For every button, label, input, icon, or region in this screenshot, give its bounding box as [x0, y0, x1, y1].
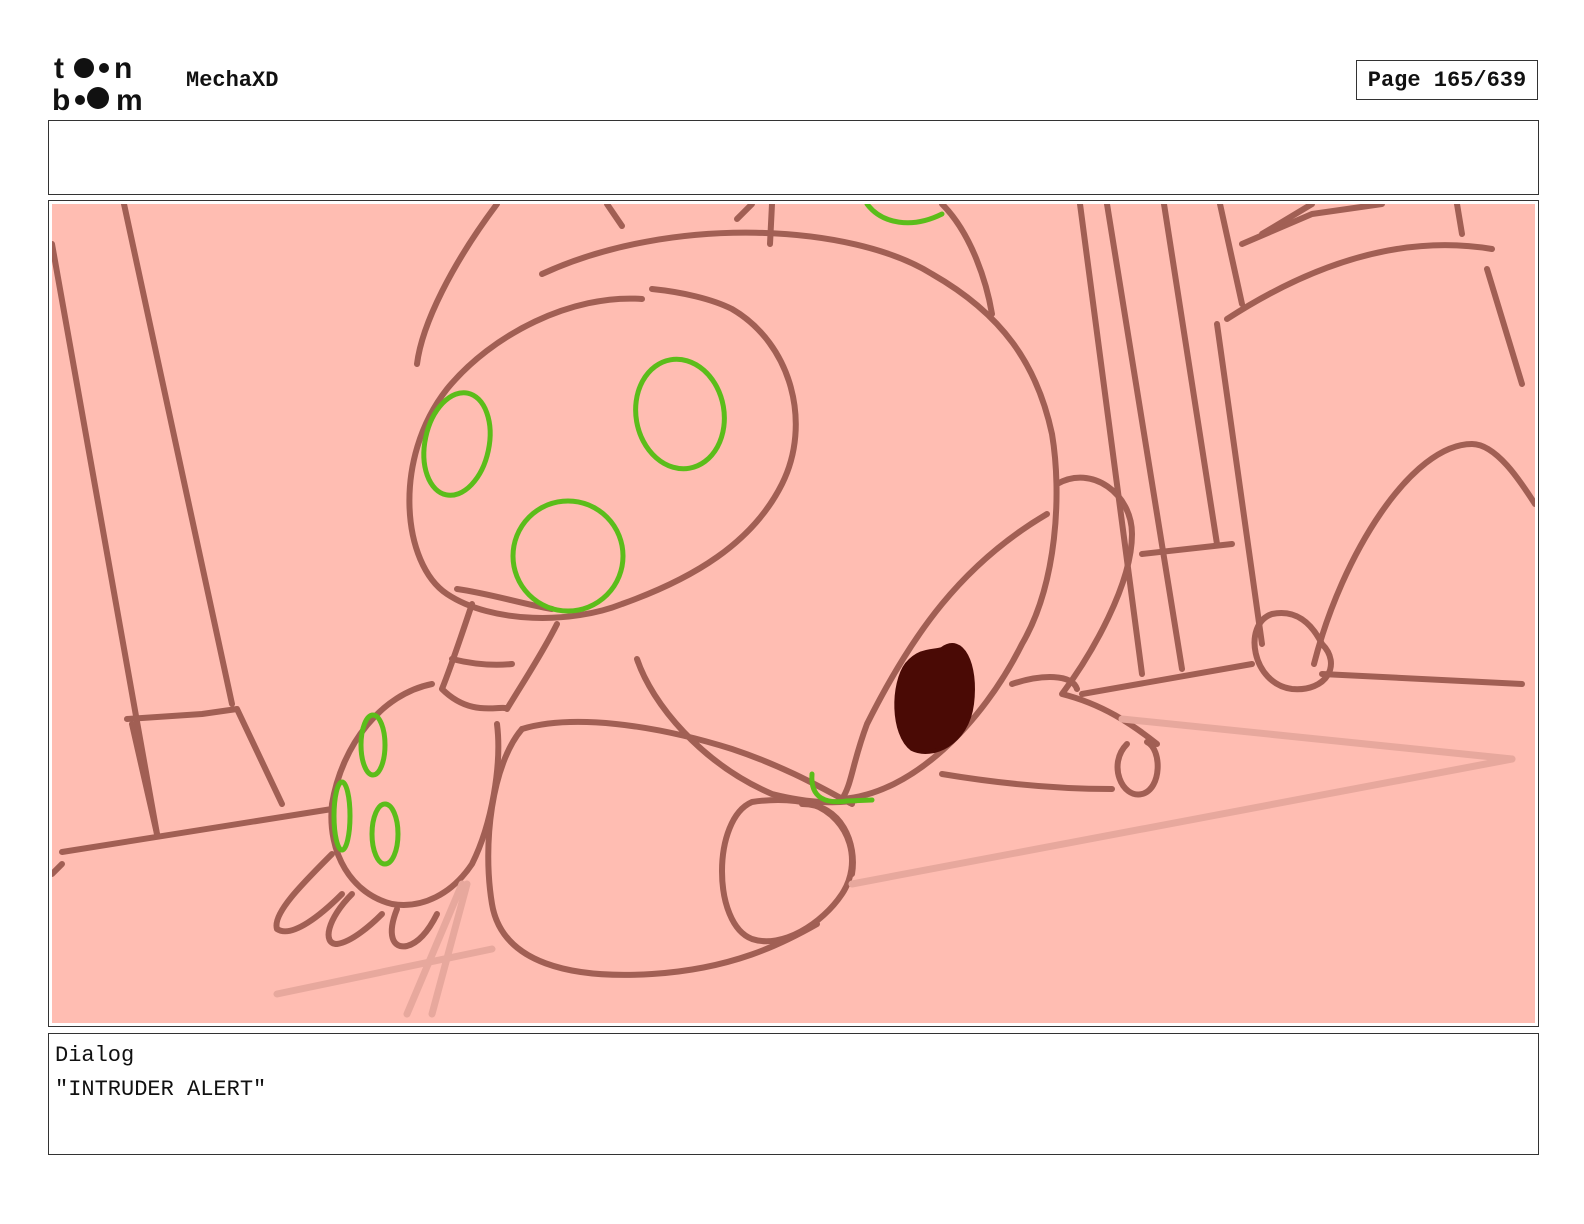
claw-eye: [369, 801, 401, 867]
door-frame: [1139, 541, 1235, 557]
left-pillar-line: [52, 241, 160, 837]
robot-eye-top: [864, 204, 945, 226]
floor-perspective-line: [273, 945, 496, 998]
robot-line: [414, 204, 500, 367]
robot-eye-center: [510, 498, 626, 614]
robot-neck-band: [449, 656, 515, 668]
dialog-text: "INTRUDER ALERT": [55, 1077, 267, 1102]
robot-claw-finger: [388, 906, 440, 950]
floor-line: [1319, 671, 1525, 687]
dialog-label: Dialog: [55, 1043, 135, 1068]
robot-lower-body: [519, 718, 855, 807]
floor-line: [52, 861, 65, 877]
robot-foot: [719, 796, 855, 945]
notes-panel: [48, 120, 1539, 195]
svg-text:b: b: [52, 84, 70, 112]
left-pillar-base: [129, 721, 160, 837]
robot-antenna: [734, 204, 755, 222]
storyboard-frame: [52, 204, 1535, 1023]
robot-head-top: [539, 229, 1060, 802]
right-pillar-line: [1077, 204, 1145, 677]
arch-line: [1311, 441, 1535, 667]
foot-eye: [844, 797, 875, 804]
door-frame: [1224, 242, 1495, 322]
robot-arm: [1054, 474, 1160, 747]
right-pillar-line: [1214, 321, 1265, 647]
door-frame: [1454, 204, 1465, 237]
robot-claw: [328, 681, 502, 908]
robot-face: [406, 286, 799, 621]
claw-eye: [331, 779, 353, 853]
claw-eye: [358, 712, 388, 778]
door-frame: [1239, 204, 1385, 247]
floor-perspective-line: [1118, 715, 1516, 763]
sketch-drawing: [52, 204, 1535, 1018]
robot-antenna: [604, 204, 625, 229]
toon-boom-logo: t n b m: [52, 52, 143, 112]
robot-eye-left: [421, 390, 493, 498]
left-pillar-line: [121, 204, 235, 707]
dialog-panel: Dialog "INTRUDER ALERT": [48, 1033, 1539, 1155]
robot-eye-right: [633, 356, 727, 472]
project-title: MechaXD: [186, 68, 279, 93]
robot-hand: [1114, 739, 1161, 798]
floor-line: [1079, 661, 1255, 697]
robot-lower-body: [485, 726, 820, 978]
svg-text:t: t: [54, 52, 64, 85]
floor-line: [59, 806, 335, 855]
door-frame: [1484, 266, 1525, 387]
right-pillar-line: [1217, 204, 1245, 307]
page-number: Page 165/639: [1356, 60, 1538, 100]
right-pillar-line: [1161, 204, 1220, 547]
svg-text:n: n: [114, 52, 132, 85]
robot-antenna: [767, 204, 775, 247]
svg-text:m: m: [116, 84, 143, 112]
robot-arm: [939, 771, 1115, 792]
